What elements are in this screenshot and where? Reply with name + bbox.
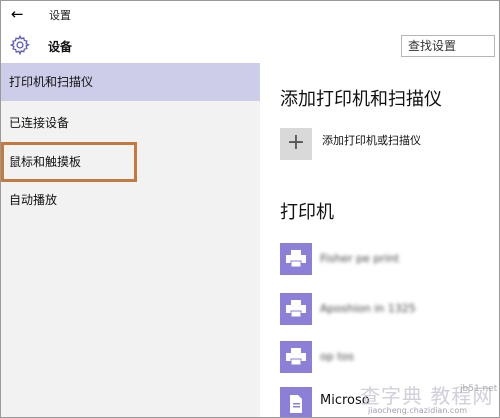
title-bar: ← 设置 [1, 1, 499, 29]
printers-title: 打印机 [280, 202, 334, 223]
printer-name: op tos [320, 350, 354, 363]
gear-icon [9, 34, 30, 56]
search-input[interactable]: 查找设置 [401, 35, 495, 57]
sidebar-item-printers-scanners[interactable]: 打印机和扫描仪 [1, 63, 260, 101]
add-printer-button[interactable]: + [280, 128, 312, 160]
watermark: 查字典 教程网 jb51.net jiaocheng.chazidian.com [350, 378, 500, 418]
add-section-title: 添加打印机和扫描仪 [280, 89, 442, 110]
sidebar: 打印机和扫描仪 已连接设备 鼠标和触摸板 自动播放 [1, 63, 260, 417]
highlight-box [1, 142, 137, 182]
watermark-site: jb51.net [460, 384, 498, 394]
watermark-url: jiaocheng.chazidian.com [368, 406, 468, 415]
sidebar-item-autoplay[interactable]: 自动播放 [1, 181, 260, 219]
printer-name: Fisher pe print [320, 252, 400, 265]
printer-item[interactable]: Aposhion in 1325 [280, 293, 499, 329]
add-printer-label[interactable]: 添加打印机或扫描仪 [322, 132, 421, 148]
back-arrow-icon[interactable]: ← [11, 5, 24, 23]
document-printer-icon [280, 387, 312, 417]
printer-icon [280, 243, 312, 275]
main-content: 添加打印机和扫描仪 + 添加打印机或扫描仪 打印机 Fisher pe prin… [260, 63, 499, 417]
printer-icon [280, 341, 312, 373]
printer-icon [280, 293, 312, 325]
sidebar-item-connected-devices[interactable]: 已连接设备 [1, 104, 260, 142]
printer-item[interactable]: Fisher pe print [280, 243, 499, 279]
page-header: 设备 查找设置 [1, 29, 499, 63]
printer-name: Aposhion in 1325 [320, 302, 416, 315]
window-title: 设置 [49, 9, 71, 22]
printer-item[interactable]: op tos [280, 341, 499, 377]
page-title: 设备 [48, 40, 73, 54]
